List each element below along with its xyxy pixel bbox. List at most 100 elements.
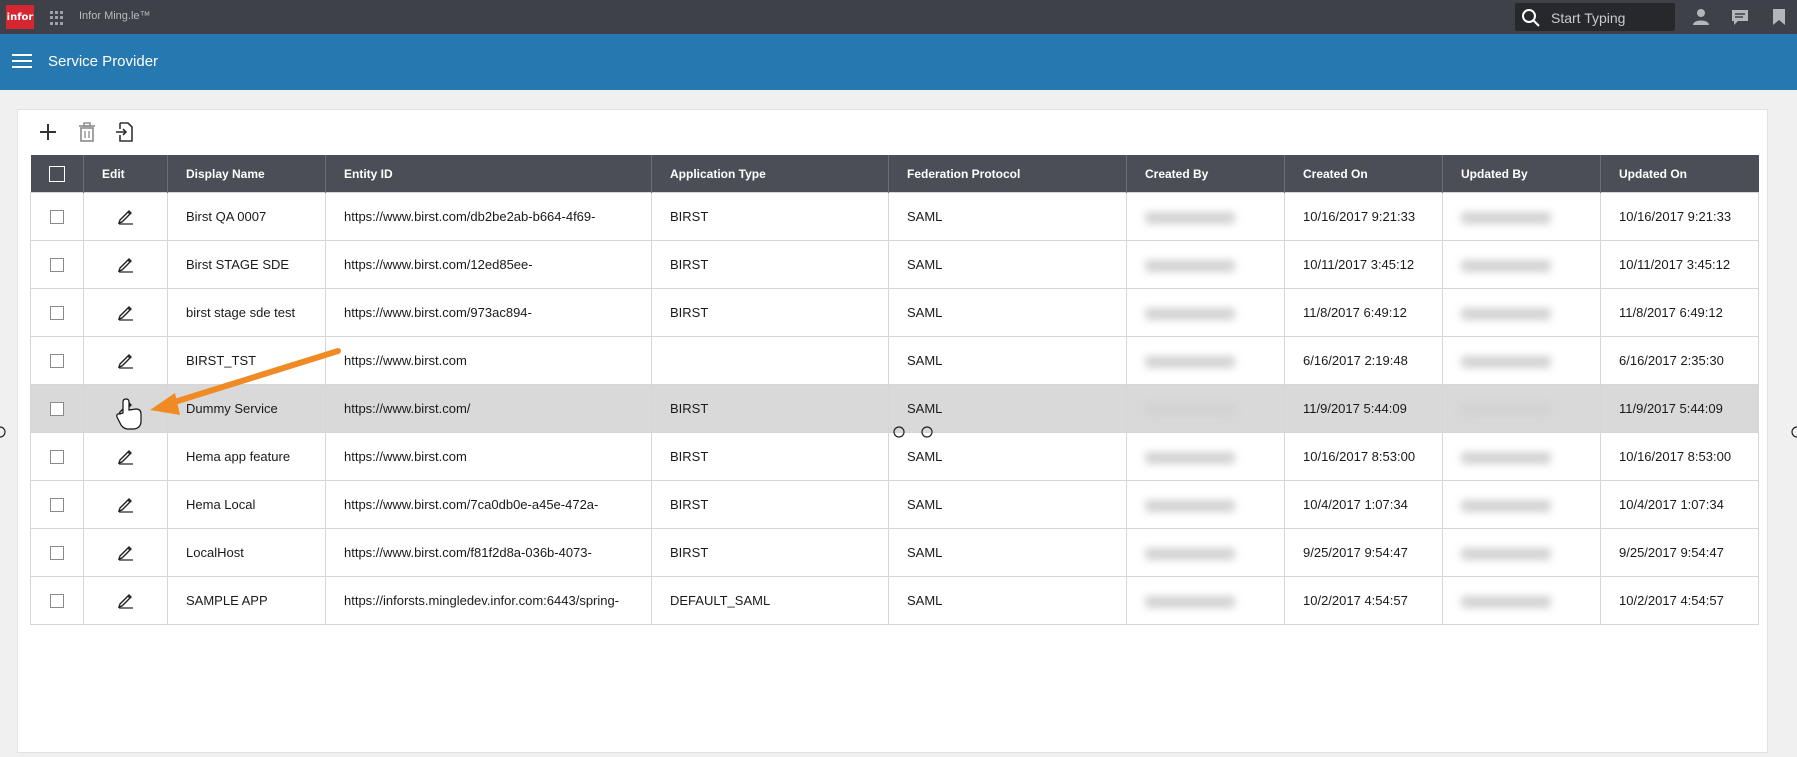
updated-on-cell: 11/8/2017 6:49:12 — [1600, 288, 1759, 337]
select-all-checkbox[interactable] — [48, 165, 65, 182]
row-checkbox[interactable] — [50, 354, 64, 369]
row-checkbox-cell — [30, 480, 84, 529]
updated-by-cell — [1442, 528, 1601, 577]
display-name-cell: LocalHost — [167, 528, 326, 577]
edit-pencil-icon[interactable] — [116, 306, 136, 324]
table-row[interactable]: Birst QA 0007 https://www.birst.com/db2be… — [30, 192, 1759, 241]
entity-id-cell: https://www.birst.com/db2be2ab-b664-4f69… — [325, 192, 652, 241]
column-header-updated-by[interactable]: Updated By — [1442, 155, 1601, 193]
entity-id-cell: https://www.birst.com/7ca0db0e-a45e-472a… — [325, 480, 652, 529]
table-row[interactable]: birst stage sde test https://www.birst.co… — [30, 288, 1759, 337]
import-icon[interactable] — [113, 120, 137, 144]
edit-pencil-icon[interactable] — [116, 546, 136, 564]
updated-on-cell: 10/16/2017 9:21:33 — [1600, 192, 1759, 241]
edit-pencil-icon[interactable] — [116, 498, 136, 516]
redacted-value — [1461, 595, 1551, 608]
content-panel: Edit Display Name Entity ID Application … — [17, 109, 1768, 753]
entity-id-cell: https://www.birst.com/f81f2d8a-036b-4073… — [325, 528, 652, 577]
updated-by-cell — [1442, 576, 1601, 625]
column-header-display-name[interactable]: Display Name — [167, 155, 326, 193]
row-checkbox[interactable] — [50, 210, 64, 225]
column-header-federation-protocol[interactable]: Federation Protocol — [888, 155, 1127, 193]
display-name-cell: Hema Local — [167, 480, 326, 529]
table-row[interactable]: Hema Local https://www.birst.com/7ca0db0e… — [30, 480, 1759, 529]
chat-icon[interactable] — [1731, 8, 1749, 26]
updated-on-cell: 6/16/2017 2:35:30 — [1600, 336, 1759, 385]
delete-icon[interactable] — [75, 120, 99, 144]
edit-cell — [83, 576, 168, 625]
redacted-value — [1461, 355, 1551, 368]
bookmark-icon[interactable] — [1772, 8, 1786, 26]
apps-grid-icon[interactable] — [50, 11, 64, 25]
row-checkbox-cell — [30, 576, 84, 625]
search-input[interactable] — [1549, 7, 1671, 29]
redacted-value — [1461, 259, 1551, 272]
updated-by-cell — [1442, 384, 1601, 433]
application-type-cell: BIRST — [651, 240, 889, 289]
page-header: Service Provider — [0, 34, 1797, 90]
column-header-edit[interactable]: Edit — [83, 155, 168, 193]
search-box[interactable] — [1515, 3, 1675, 31]
column-header-updated-on[interactable]: Updated On — [1600, 155, 1759, 193]
application-type-cell: BIRST — [651, 384, 889, 433]
table-row[interactable]: LocalHost https://www.birst.com/f81f2d8a-… — [30, 528, 1759, 577]
federation-protocol-cell: SAML — [888, 528, 1127, 577]
created-on-cell: 10/4/2017 1:07:34 — [1284, 480, 1443, 529]
created-by-cell — [1126, 240, 1285, 289]
table-row[interactable]: BIRST_TST https://www.birst.com SAML 6/16/2… — [30, 336, 1759, 385]
federation-protocol-cell: SAML — [888, 384, 1127, 433]
column-header-entity-id[interactable]: Entity ID — [325, 155, 652, 193]
row-checkbox[interactable] — [50, 450, 64, 465]
infor-logo[interactable]: infor — [6, 5, 34, 29]
add-icon[interactable] — [36, 120, 60, 144]
updated-by-cell — [1442, 480, 1601, 529]
row-checkbox[interactable] — [50, 546, 64, 561]
redacted-value — [1461, 451, 1551, 464]
federation-protocol-cell: SAML — [888, 432, 1127, 481]
table-row[interactable]: Birst STAGE SDE https://www.birst.com/12e… — [30, 240, 1759, 289]
menu-icon[interactable] — [12, 54, 32, 70]
created-by-cell — [1126, 336, 1285, 385]
created-on-cell: 6/16/2017 2:19:48 — [1284, 336, 1443, 385]
federation-protocol-cell: SAML — [888, 288, 1127, 337]
column-header-created-by[interactable]: Created By — [1126, 155, 1285, 193]
row-checkbox[interactable] — [50, 306, 64, 321]
table-header-row: Edit Display Name Entity ID Application … — [30, 155, 1759, 193]
application-type-cell: BIRST — [651, 288, 889, 337]
application-type-cell: BIRST — [651, 528, 889, 577]
row-checkbox[interactable] — [50, 498, 64, 513]
created-by-cell — [1126, 192, 1285, 241]
edit-pencil-icon[interactable] — [116, 258, 136, 276]
created-by-cell — [1126, 384, 1285, 433]
table-row[interactable]: SAMPLE APP https://inforsts.mingledev.inf… — [30, 576, 1759, 625]
created-on-cell: 10/16/2017 9:21:33 — [1284, 192, 1443, 241]
user-icon[interactable] — [1692, 8, 1710, 26]
display-name-cell: Dummy Service — [167, 384, 326, 433]
edit-pencil-icon[interactable] — [116, 210, 136, 228]
redacted-value — [1145, 403, 1235, 416]
edit-pencil-icon[interactable] — [116, 450, 136, 468]
table-row[interactable]: Hema app feature https://www.birst.com BIR… — [30, 432, 1759, 481]
edit-pencil-icon[interactable] — [116, 594, 136, 612]
row-checkbox[interactable] — [50, 594, 64, 609]
updated-on-cell: 11/9/2017 5:44:09 — [1600, 384, 1759, 433]
search-icon — [1522, 9, 1540, 27]
service-provider-table: Edit Display Name Entity ID Application … — [30, 155, 1759, 625]
redacted-value — [1145, 355, 1235, 368]
edit-pencil-icon[interactable] — [116, 402, 136, 420]
row-checkbox[interactable] — [50, 402, 64, 417]
created-on-cell: 10/16/2017 8:53:00 — [1284, 432, 1443, 481]
redacted-value — [1145, 211, 1235, 224]
updated-on-cell: 10/11/2017 3:45:12 — [1600, 240, 1759, 289]
column-header-created-on[interactable]: Created On — [1284, 155, 1443, 193]
edit-pencil-icon[interactable] — [116, 354, 136, 372]
created-by-cell — [1126, 528, 1285, 577]
column-header-application-type[interactable]: Application Type — [651, 155, 889, 193]
redacted-value — [1145, 259, 1235, 272]
row-checkbox-cell — [30, 240, 84, 289]
table-row[interactable]: Dummy Service https://www.birst.com/BIRST… — [30, 384, 1759, 433]
application-type-cell — [651, 336, 889, 385]
updated-on-cell: 9/25/2017 9:54:47 — [1600, 528, 1759, 577]
row-checkbox[interactable] — [50, 258, 64, 273]
created-on-cell: 10/11/2017 3:45:12 — [1284, 240, 1443, 289]
